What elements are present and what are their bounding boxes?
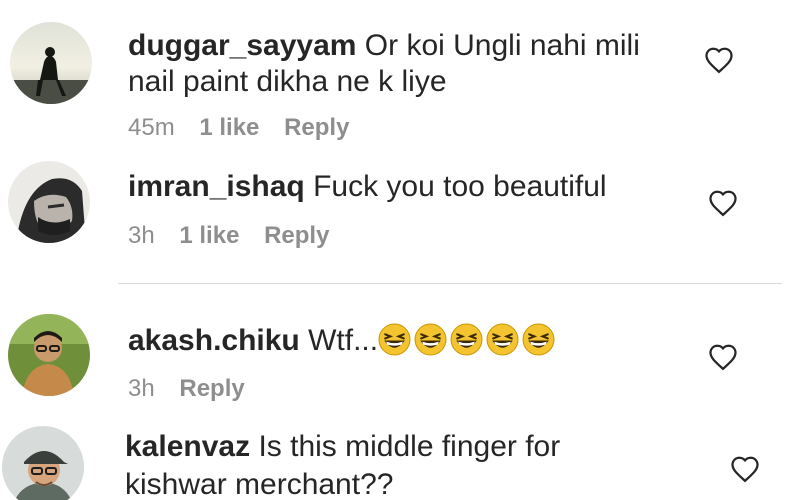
bearded-profile-avatar[interactable] [8,161,90,243]
grinning-squinting-face-emoji [414,323,447,356]
comment-time: 3h [128,222,155,249]
comment-text-continued: nail paint dikha ne k liye [128,63,447,101]
comment-meta: 45m 1 like Reply [128,113,367,143]
comment-text: duggar_sayyam Or koi Ungli nahi mili [128,27,640,65]
comment-body: Fuck you too beautiful [313,170,607,203]
heart-outline-icon[interactable] [708,343,738,371]
grinning-squinting-face-emoji [450,323,483,356]
comment-username[interactable]: imran_ishaq [128,170,305,203]
comment-likes[interactable]: 1 like [199,114,259,141]
comment-time: 3h [128,375,155,402]
heart-outline-icon[interactable] [730,455,760,483]
comment-likes[interactable]: 1 like [179,222,239,249]
man-with-cap-avatar[interactable] [2,426,84,500]
silhouette-avatar[interactable] [10,22,92,104]
grinning-squinting-face-emoji [522,323,555,356]
reply-button[interactable]: Reply [179,375,244,402]
heart-outline-icon[interactable] [708,189,738,217]
comment-text: kalenvaz Is this middle finger for [125,428,560,466]
grinning-squinting-face-emoji [378,323,411,356]
divider [118,283,782,284]
reply-button[interactable]: Reply [284,114,349,141]
comment-body-line2: nail paint dikha ne k liye [128,65,447,98]
comment-username[interactable]: akash.chiku [128,324,300,357]
comment-text: akash.chiku Wtf... [128,322,558,360]
comment-time: 45m [128,114,175,141]
grinning-squinting-face-emoji [486,323,519,356]
comment-meta: 3h 1 like Reply [128,221,347,251]
reply-button[interactable]: Reply [264,222,329,249]
comment-text-continued: kishwar merchant?? [125,466,393,500]
comment-body: Is this middle finger for [258,430,561,463]
comment-meta: 3h Reply [128,374,263,404]
comment-username[interactable]: duggar_sayyam [128,29,356,62]
heart-outline-icon[interactable] [704,46,734,74]
comment-text: imran_ishaq Fuck you too beautiful [128,168,607,206]
man-with-glasses-avatar[interactable] [8,314,90,396]
comment-body: Wtf... [308,324,379,357]
comment-body: Or koi Ungli nahi mili [364,29,640,62]
comment-username[interactable]: kalenvaz [125,430,250,463]
emoji-row [378,323,558,357]
comment-body-line2: kishwar merchant?? [125,468,394,500]
comments-screen: duggar_sayyam Or koi Ungli nahi mili nai… [0,0,800,500]
